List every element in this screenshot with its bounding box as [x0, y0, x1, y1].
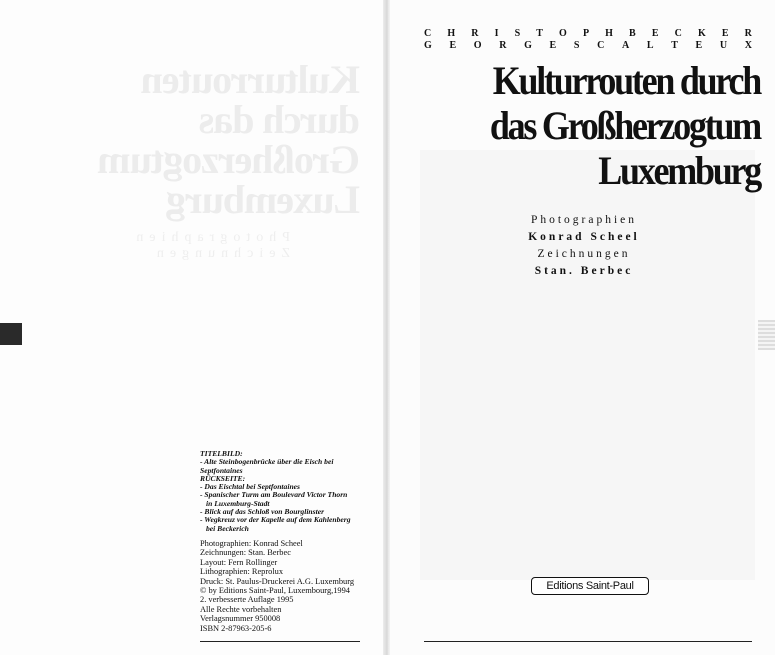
credit-item: bei Beckerich	[206, 523, 249, 533]
left-page: Kulturrouten durch das Großherzogtum Lux…	[0, 0, 386, 655]
page-tab-marker	[0, 323, 22, 345]
imprint-line: Zeichnungen: Stan. Berbec	[200, 548, 291, 558]
authors: CHRISTOPHBECKER GEORGESCALTEUX	[424, 28, 752, 52]
book-title: Kulturrouten durch das Großherzogtum Lux…	[454, 58, 762, 193]
author-letter: H	[605, 28, 613, 39]
author-letter: L	[646, 40, 654, 51]
author-letter: P	[582, 28, 590, 39]
author-letter: S	[514, 28, 521, 39]
imprint-line: Lithographien: Reprolux	[200, 567, 284, 577]
author-letter: E	[721, 28, 729, 39]
author-letter: O	[559, 28, 567, 39]
author-letter: A	[621, 40, 630, 51]
author-letter: E	[549, 40, 557, 51]
author-letter: B	[629, 28, 636, 39]
author-letter: E	[695, 40, 703, 51]
bottom-rule	[424, 641, 752, 642]
imprint-line: Verlagsnummer 950008	[200, 614, 281, 624]
author-letter: E	[651, 28, 659, 39]
cover-credits: TITELBILD: - Alte Steinbogenbrücke über …	[200, 449, 370, 533]
author-letter: I	[494, 28, 499, 39]
contributor-name: Konrad Scheel	[528, 231, 640, 243]
author-georges-calteux: GEORGESCALTEUX	[424, 40, 752, 52]
author-letter: R	[471, 28, 479, 39]
imprint-line: Photographien: Konrad Scheel	[200, 538, 303, 548]
bottom-rule	[200, 641, 360, 642]
author-letter: S	[573, 40, 580, 51]
page-edge	[758, 320, 775, 350]
imprint-line: ISBN 2-87963-205-6	[200, 623, 272, 633]
author-letter: U	[719, 40, 728, 51]
contributor-role: Photographien	[530, 214, 638, 226]
imprint-block: TITELBILD: - Alte Steinbogenbrücke über …	[200, 449, 370, 633]
show-through-contributors: Photographien Zeichnungen	[130, 230, 290, 261]
author-letter: H	[447, 28, 456, 39]
title-line: das Großherzogtum	[489, 103, 762, 148]
title-line: Luxemburg	[598, 148, 762, 193]
contributors: Photographien Konrad Scheel Zeichnungen …	[420, 212, 748, 280]
imprint-line: Druck: St. Paulus-Druckerei A.G. Luxembu…	[200, 576, 355, 586]
author-letter: X	[744, 40, 752, 51]
author-letter: T	[671, 40, 678, 51]
author-letter: R	[499, 40, 507, 51]
author-letter: O	[473, 40, 482, 51]
contributor-role: Zeichnungen	[537, 248, 631, 260]
imprint-info: Photographien: Konrad Scheel Zeichnungen…	[200, 539, 370, 633]
imprint-line: 2. verbesserte Auflage 1995	[200, 595, 294, 605]
author-letter: C	[597, 40, 605, 51]
publisher-logo: Editions Saint-Paul	[531, 577, 649, 595]
author-letter: C	[424, 28, 432, 39]
contributor-name: Stan. Berbec	[534, 265, 634, 277]
title-line: Kulturrouten durch	[492, 58, 762, 103]
author-letter: R	[744, 28, 752, 39]
author-letter: T	[536, 28, 543, 39]
author-christoph-becker: CHRISTOPHBECKER	[424, 28, 752, 40]
author-letter: G	[524, 40, 532, 51]
imprint-line: Layout: Fern Rollinger	[200, 557, 278, 567]
imprint-line: © by Editions Saint-Paul, Luxembourg,199…	[200, 586, 350, 595]
author-letter: E	[449, 40, 457, 51]
titelbild-item: - Alte Steinbogenbrücke über die Eisch b…	[200, 457, 334, 475]
author-letter: G	[424, 40, 432, 51]
author-letter: K	[697, 28, 706, 39]
author-letter: C	[674, 28, 682, 39]
imprint-line: Alle Rechte vorbehalten	[200, 604, 282, 614]
show-through-title: Kulturrouten durch das Großherzogtum Lux…	[98, 57, 360, 222]
